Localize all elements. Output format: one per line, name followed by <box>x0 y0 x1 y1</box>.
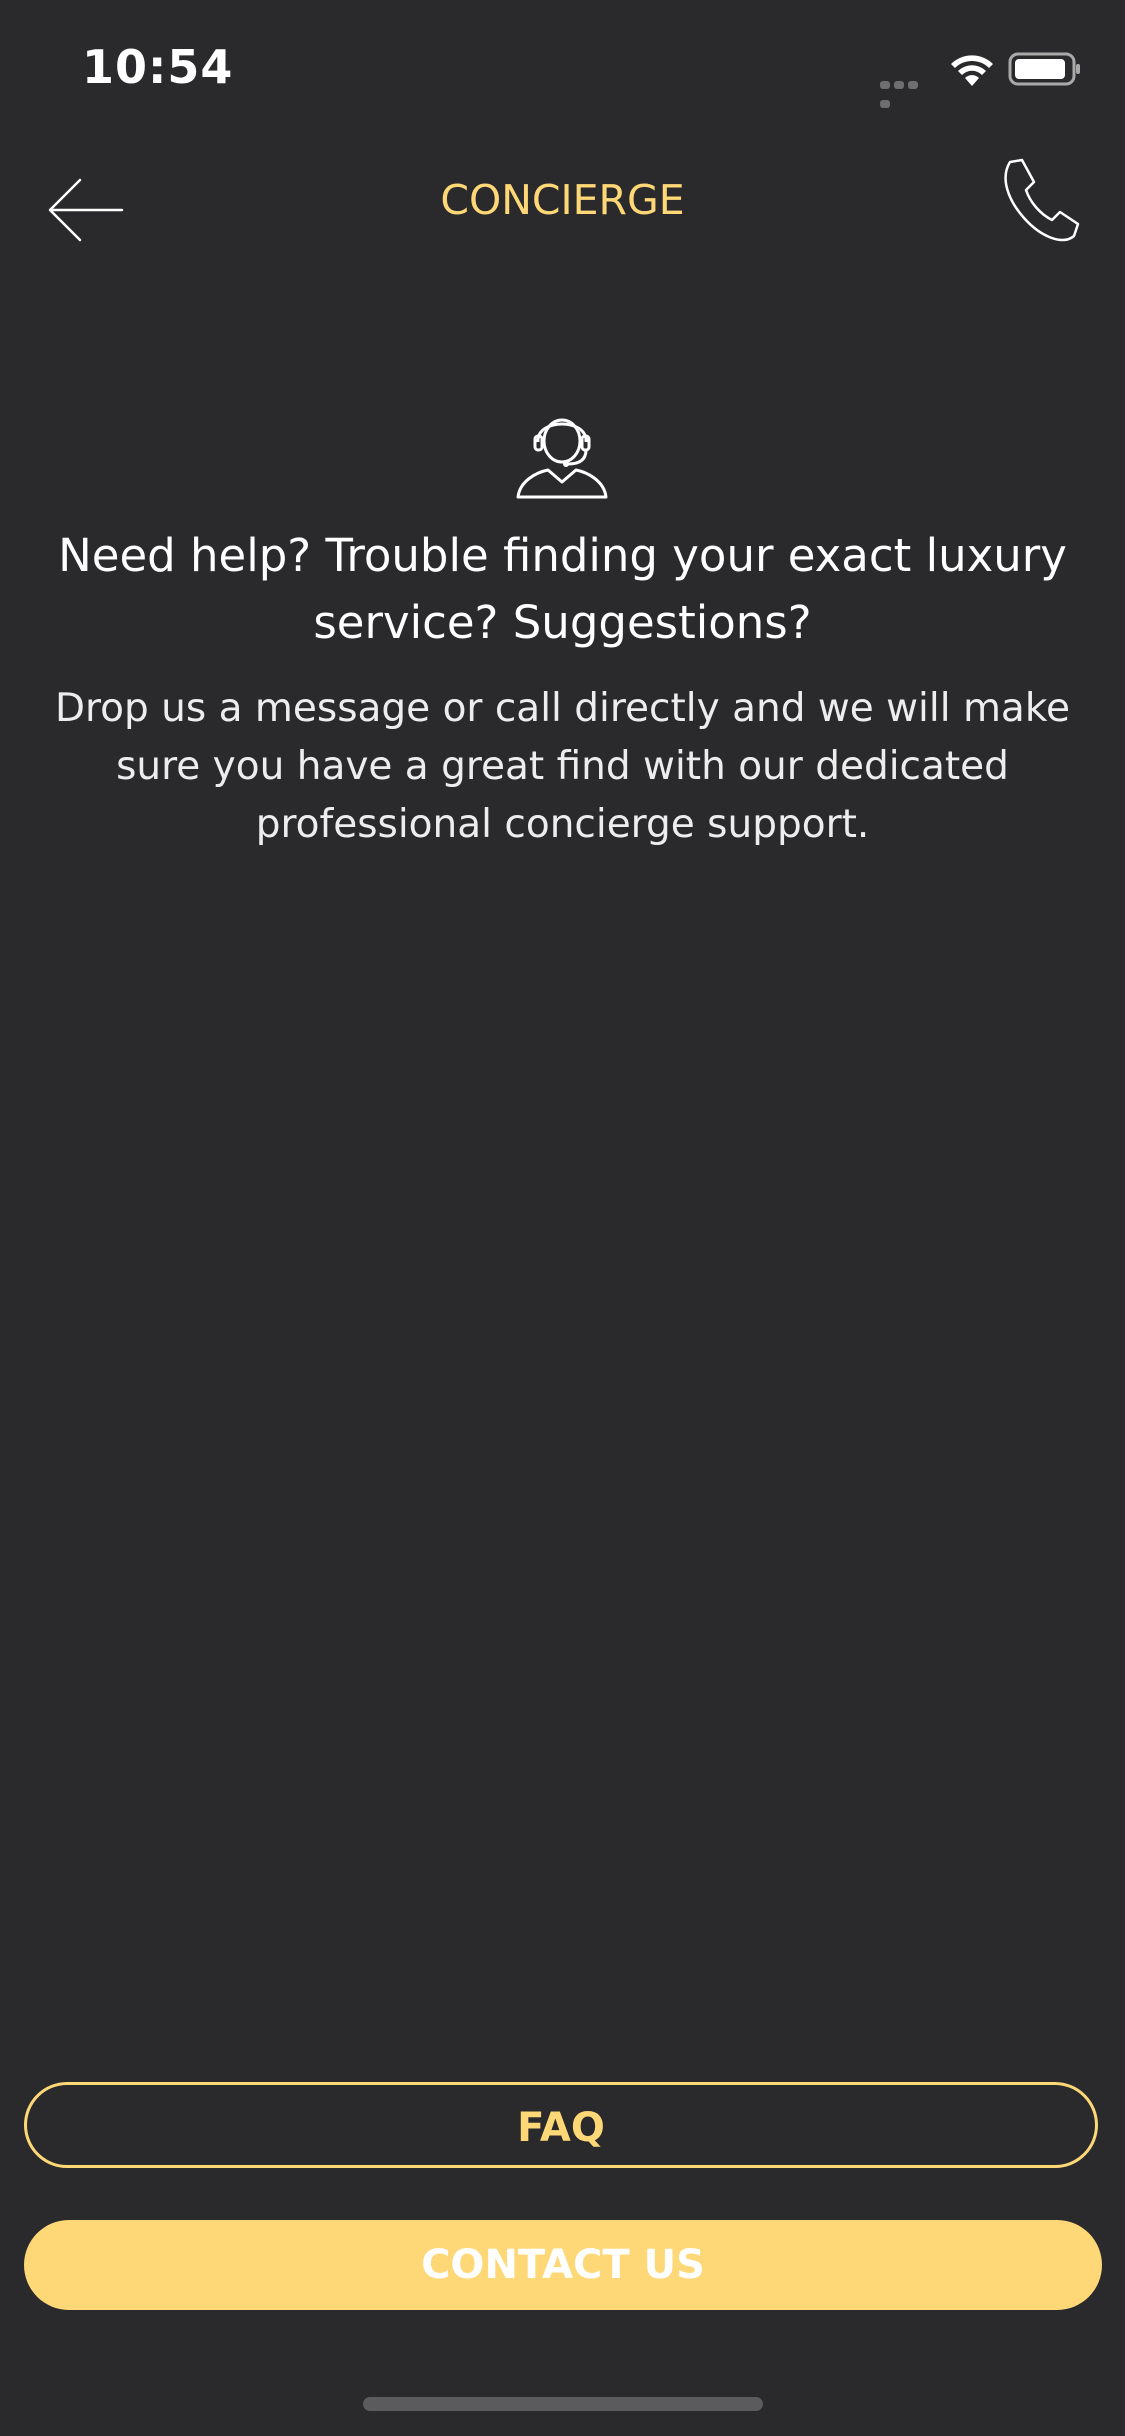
headset-agent-icon <box>516 418 608 499</box>
faq-button[interactable]: FAQ <box>24 2082 1098 2168</box>
navigation-bar: CONCIERGE <box>0 140 1125 260</box>
help-headline: Need help? Trouble finding your exact lu… <box>58 529 1067 649</box>
help-description: Drop us a message or call directly and w… <box>54 686 1071 847</box>
contact-us-button[interactable]: CONTACT US <box>24 2220 1102 2310</box>
battery-icon <box>1008 52 1080 86</box>
page-title: CONCIERGE <box>440 176 685 224</box>
status-time: 10:54 <box>82 40 234 94</box>
phone-icon[interactable] <box>996 154 1080 244</box>
wifi-icon <box>951 55 993 86</box>
home-indicator[interactable] <box>363 2397 763 2411</box>
status-bar: 10:54 <box>0 0 1125 132</box>
cellular-signal-icon <box>880 74 934 108</box>
